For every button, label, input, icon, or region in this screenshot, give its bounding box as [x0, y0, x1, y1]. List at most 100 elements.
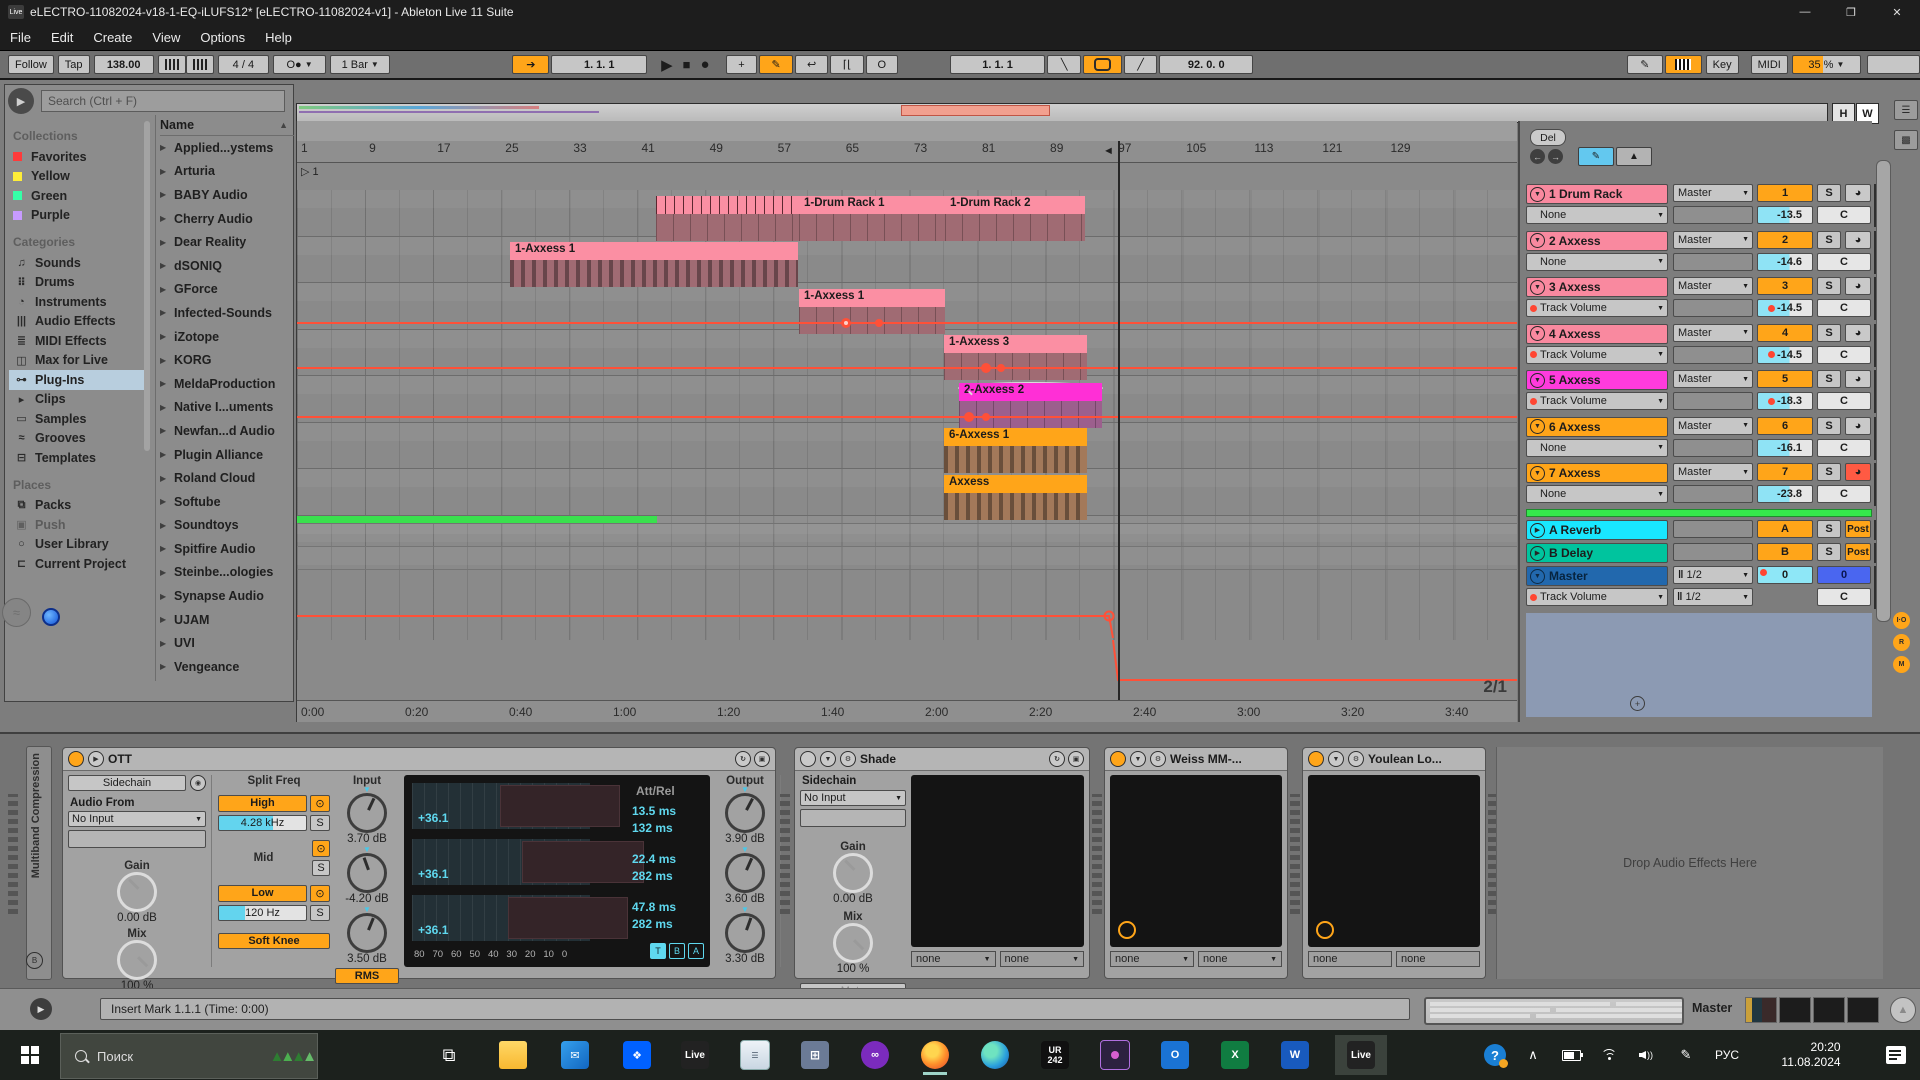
groove-amount-control[interactable]: O●▼	[273, 55, 326, 74]
device-thumbnail[interactable]	[1813, 997, 1845, 1023]
fold-icon[interactable]: ▼	[1530, 187, 1545, 202]
expand-triangle-icon[interactable]: ▶	[160, 544, 174, 553]
ott-display[interactable]: +36.1 +36.1 +36.1 80 70 60 50 40 30 20 1…	[404, 775, 710, 967]
high-band-button[interactable]: High	[218, 795, 307, 812]
pan-field[interactable]: C	[1817, 299, 1871, 317]
track-header[interactable]: ▼ 7 Axxess Master▼ 7 S ◕ None▼	[1526, 462, 1886, 509]
collection-item[interactable]: Purple	[9, 206, 147, 226]
volume-field[interactable]: -13.5	[1757, 206, 1813, 224]
search-input[interactable]	[41, 90, 285, 112]
tap-button[interactable]: Tap	[58, 55, 90, 74]
expand-triangle-icon[interactable]: ▶	[160, 639, 174, 648]
pan-field[interactable]: C	[1817, 439, 1871, 457]
soft-knee-button[interactable]: Soft Knee	[218, 933, 330, 949]
fold-icon[interactable]: ▼	[1530, 326, 1545, 341]
input-mid-knob[interactable]	[347, 853, 387, 893]
volume-field[interactable]: -14.5	[1757, 299, 1813, 317]
device-thumbnail[interactable]	[1847, 997, 1879, 1023]
return-activator[interactable]: A	[1757, 520, 1813, 538]
browser-list-item[interactable]: ▶ Soundtoys	[160, 514, 294, 538]
high-solo-button[interactable]: S	[310, 815, 330, 831]
maximize-button[interactable]: ❐	[1828, 0, 1874, 24]
firefox-icon[interactable]	[915, 1035, 955, 1075]
clip[interactable]: 1-Axxess 3	[944, 335, 1087, 380]
edge-icon[interactable]	[975, 1035, 1015, 1075]
io-toggle-button[interactable]: I·O	[1893, 612, 1910, 629]
beat-time-ruler[interactable]: 191725334149576573818997105113121129	[297, 141, 1517, 163]
fold-icon[interactable]: ▼	[1530, 466, 1545, 481]
arrangement-overview[interactable]	[296, 103, 1828, 123]
track-header[interactable]: ▼ 2 Axxess Master▼ 2 S ◕ None▼	[1526, 230, 1886, 277]
master-name[interactable]: ▼ Master	[1526, 566, 1668, 586]
expand-triangle-icon[interactable]: ▶	[160, 521, 174, 530]
save-preset-icon[interactable]: ▣	[754, 751, 770, 767]
midi-map-button[interactable]: MIDI	[1751, 55, 1788, 74]
expand-triangle-icon[interactable]: ▶	[160, 497, 174, 506]
hot-swap-icon[interactable]: ↻	[1049, 751, 1065, 767]
plugin-placeholder[interactable]	[1308, 775, 1480, 947]
expand-triangle-icon[interactable]: ▶	[160, 615, 174, 624]
clip[interactable]: 1-Axxess 1	[799, 289, 945, 334]
place-item[interactable]: ○ User Library	[9, 535, 147, 555]
device-fold-icon[interactable]: ▼	[1328, 751, 1344, 767]
device-header[interactable]: ▼ ⚙ Weiss MM-...	[1105, 748, 1287, 771]
minimize-button[interactable]: —	[1782, 0, 1828, 24]
device-thumbnail[interactable]	[1745, 997, 1777, 1023]
expand-triangle-icon[interactable]: ▶	[160, 450, 174, 459]
mid-solo-button[interactable]: S	[312, 860, 330, 876]
battery-icon[interactable]	[1555, 1035, 1587, 1075]
volume-icon[interactable]: ))	[1630, 1035, 1662, 1075]
track-header[interactable]: ▼ 6 Axxess Master▼ 6 S ◕ None▼	[1526, 416, 1886, 463]
track-header[interactable]: ▼ 4 Axxess Master▼ 4 S ◕ Track Volume▼	[1526, 323, 1886, 370]
menu-item[interactable]: View	[142, 30, 190, 45]
automation-chooser[interactable]: None▼	[1526, 439, 1668, 457]
browser-collapse-icon[interactable]: ▶	[8, 88, 34, 114]
clip[interactable]	[656, 196, 799, 241]
place-item[interactable]: ⊏ Current Project	[9, 554, 147, 574]
excel-icon[interactable]: X	[1215, 1035, 1255, 1075]
track-activator-number[interactable]: 1	[1757, 184, 1813, 202]
browser-list-item[interactable]: ▶ Native I...uments	[160, 396, 294, 420]
param2-chooser[interactable]: none▼	[1198, 951, 1282, 967]
browser-list-item[interactable]: ▶ Roland Cloud	[160, 466, 294, 490]
output-routing-chooser[interactable]: Master▼	[1673, 370, 1753, 388]
follow-button[interactable]: Follow	[8, 55, 54, 74]
rms-button[interactable]: RMS	[335, 968, 399, 984]
category-item[interactable]: ▭ Samples	[9, 409, 147, 429]
device-drop-area[interactable]: Drop Audio Effects Here	[1496, 747, 1883, 979]
category-item[interactable]: ⠿ Drums	[9, 273, 147, 293]
chain-toggle-icon[interactable]: B	[26, 952, 43, 969]
solo-button[interactable]: S	[1817, 370, 1841, 388]
param2-field[interactable]: none	[1396, 951, 1480, 967]
fold-icon[interactable]: ▼	[1530, 280, 1545, 295]
post-toggle[interactable]: Post	[1845, 520, 1871, 538]
notepad-icon[interactable]: ☰	[735, 1035, 775, 1075]
file-explorer-icon[interactable]	[493, 1035, 533, 1075]
mid-power-icon[interactable]: ⊙	[312, 840, 330, 857]
plugin-placeholder[interactable]	[911, 775, 1084, 947]
computer-midi-keyboard-icon[interactable]	[1665, 55, 1702, 74]
input-high-knob[interactable]	[347, 793, 387, 833]
plugin-edit-icon[interactable]: ⚙	[1348, 751, 1364, 767]
expand-triangle-icon[interactable]: ▶	[160, 261, 174, 270]
task-view-button[interactable]: ⧉	[429, 1035, 469, 1075]
punch-out-icon[interactable]: ╱	[1124, 55, 1158, 74]
expand-triangle-icon[interactable]: ▶	[160, 379, 174, 388]
category-item[interactable]: ⊶ Plug-Ins	[9, 370, 147, 390]
clip[interactable]: Axxess	[944, 475, 1087, 520]
browser-list-item[interactable]: ▶ Steinbe...ologies	[160, 561, 294, 585]
return-track-header[interactable]: ▶ A Reverb A S Post	[1526, 519, 1886, 542]
audio-from-sub[interactable]	[68, 830, 206, 848]
device-chain-title[interactable]: Multiband Compression	[26, 746, 52, 980]
return-name[interactable]: ▶ B Delay	[1526, 543, 1668, 563]
arm-button[interactable]: ◕	[1845, 324, 1871, 342]
status-play-icon[interactable]: ▶	[30, 998, 52, 1020]
pan-field[interactable]: C	[1817, 346, 1871, 364]
param1-field[interactable]: none	[1308, 951, 1392, 967]
meta-app-icon[interactable]: ∞	[855, 1035, 895, 1075]
low-band-button[interactable]: Low	[218, 885, 307, 902]
browser-list-item[interactable]: ▶ Arturia	[160, 160, 294, 184]
browser-list-item[interactable]: ▶ Plugin Alliance	[160, 443, 294, 467]
category-item[interactable]: ≈ Grooves	[9, 429, 147, 449]
marker-1[interactable]: ▷ 1	[301, 165, 319, 178]
